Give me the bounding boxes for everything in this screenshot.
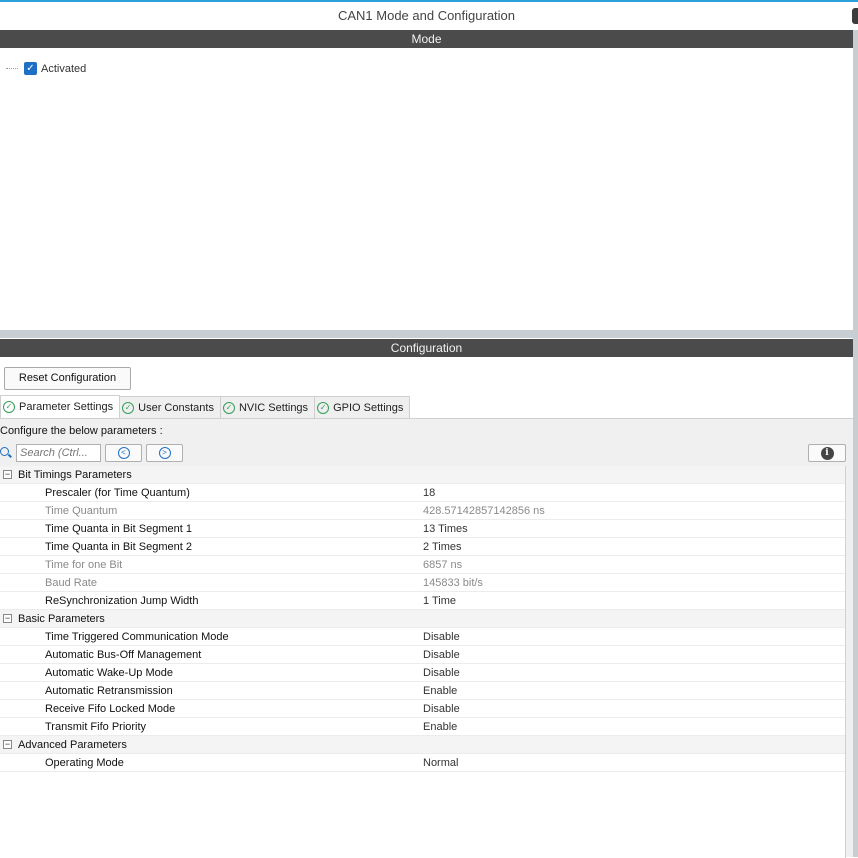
parameter-value[interactable]: Enable bbox=[423, 685, 845, 697]
parameter-row: Baud Rate 145833 bit/s bbox=[0, 574, 845, 592]
parameter-row[interactable]: Automatic Wake-Up Mode Disable bbox=[0, 664, 845, 682]
parameter-row[interactable]: Operating Mode Normal bbox=[0, 754, 845, 772]
parameter-value[interactable]: Disable bbox=[423, 649, 845, 661]
configuration-header: Configuration bbox=[0, 339, 853, 357]
parameter-group-row[interactable]: − Advanced Parameters bbox=[0, 736, 845, 754]
tab-gpio-settings[interactable]: ✓ GPIO Settings bbox=[314, 396, 411, 418]
parameter-name: Receive Fifo Locked Mode bbox=[45, 702, 176, 715]
check-circle-icon: ✓ bbox=[3, 401, 15, 413]
config-tabs: ✓ Parameter Settings ✓ User Constants ✓ NVIC … bbox=[0, 395, 411, 418]
search-toolbar: < > bbox=[0, 444, 183, 462]
parameter-settings-panel: Configure the below parameters : < > i −… bbox=[0, 418, 853, 858]
tab-nvic-settings[interactable]: ✓ NVIC Settings bbox=[219, 396, 316, 418]
parameter-row[interactable]: Prescaler (for Time Quantum) 18 bbox=[0, 484, 845, 502]
parameter-name: Time for one Bit bbox=[45, 558, 123, 571]
parameter-row[interactable]: Time Triggered Communication Mode Disable bbox=[0, 628, 845, 646]
parameter-name: Transmit Fifo Priority bbox=[45, 720, 147, 733]
parameter-group-row[interactable]: − Bit Timings Parameters bbox=[0, 466, 845, 484]
panel-splitter[interactable] bbox=[0, 330, 853, 338]
parameter-row: Time for one Bit 6857 ns bbox=[0, 556, 845, 574]
mode-panel: ✓ Activated bbox=[0, 48, 853, 330]
parameter-group-row[interactable]: − Basic Parameters bbox=[0, 610, 845, 628]
parameter-value: 145833 bit/s bbox=[423, 576, 483, 589]
parameter-row[interactable]: Time Quanta in Bit Segment 2 2 Times bbox=[0, 538, 845, 556]
parameter-value[interactable]: Normal bbox=[423, 757, 845, 769]
group-name: Advanced Parameters bbox=[18, 738, 127, 751]
chevron-right-circle-icon: > bbox=[158, 447, 171, 459]
parameter-name: Time Quanta in Bit Segment 2 bbox=[45, 540, 192, 553]
group-name: Bit Timings Parameters bbox=[18, 468, 132, 481]
mode-activated-item[interactable]: ✓ Activated bbox=[6, 62, 86, 75]
checkbox-checked-icon[interactable]: ✓ bbox=[24, 62, 37, 75]
parameter-name: Operating Mode bbox=[45, 756, 124, 769]
tab-label: NVIC Settings bbox=[238, 401, 309, 414]
parameter-name: ReSynchronization Jump Width bbox=[45, 594, 199, 607]
collapse-minus-icon[interactable]: − bbox=[3, 740, 12, 749]
parameter-name: Automatic Wake-Up Mode bbox=[45, 666, 173, 679]
tab-label: Parameter Settings bbox=[19, 401, 114, 413]
search-icon bbox=[0, 447, 12, 459]
parameter-value[interactable]: 2 Times bbox=[423, 541, 845, 553]
check-circle-icon: ✓ bbox=[317, 401, 330, 414]
parameter-name: Prescaler (for Time Quantum) bbox=[45, 486, 190, 499]
activated-label: Activated bbox=[41, 62, 87, 75]
parameter-name: Time Triggered Communication Mode bbox=[45, 630, 229, 643]
tab-parameter-settings[interactable]: ✓ Parameter Settings bbox=[0, 395, 121, 418]
collapse-minus-icon[interactable]: − bbox=[3, 470, 12, 479]
parameter-name: Automatic Bus-Off Management bbox=[45, 648, 202, 661]
parameter-row[interactable]: Time Quanta in Bit Segment 1 13 Times bbox=[0, 520, 845, 538]
parameter-row[interactable]: Receive Fifo Locked Mode Disable bbox=[0, 700, 845, 718]
reset-configuration-button[interactable]: Reset Configuration bbox=[4, 367, 131, 390]
window-title: CAN1 Mode and Configuration bbox=[0, 2, 853, 30]
parameter-row[interactable]: Automatic Bus-Off Management Disable bbox=[0, 646, 845, 664]
parameter-table: − Bit Timings Parameters Prescaler (for Ti… bbox=[0, 466, 846, 858]
parameter-value[interactable]: Disable bbox=[423, 631, 845, 643]
search-input[interactable] bbox=[16, 444, 101, 462]
tab-label: User Constants bbox=[138, 401, 214, 414]
group-name: Basic Parameters bbox=[18, 612, 105, 625]
parameter-name: Time Quanta in Bit Segment 1 bbox=[45, 522, 192, 535]
parameter-value[interactable]: 18 bbox=[423, 487, 845, 499]
check-circle-icon: ✓ bbox=[222, 401, 235, 414]
chevron-left-circle-icon: < bbox=[117, 447, 130, 459]
parameter-name: Automatic Retransmission bbox=[45, 684, 173, 697]
parameter-value[interactable]: Enable bbox=[423, 721, 845, 733]
parameter-row[interactable]: Transmit Fifo Priority Enable bbox=[0, 718, 845, 736]
parameter-name: Baud Rate bbox=[45, 576, 97, 589]
info-button[interactable]: i bbox=[808, 444, 846, 462]
tree-connector bbox=[6, 68, 18, 69]
parameter-value[interactable]: Disable bbox=[423, 703, 845, 715]
parameter-value: 428.57142857142856 ns bbox=[423, 504, 545, 517]
info-icon: i bbox=[820, 446, 834, 460]
parameter-value[interactable]: 13 Times bbox=[423, 523, 845, 535]
parameter-value[interactable]: Disable bbox=[423, 667, 845, 679]
collapse-minus-icon[interactable]: − bbox=[3, 614, 12, 623]
right-scroll-edge bbox=[853, 30, 858, 857]
parameter-name: Time Quantum bbox=[45, 504, 118, 517]
parameter-row: Time Quantum 428.57142857142856 ns bbox=[0, 502, 845, 520]
configure-label: Configure the below parameters : bbox=[0, 425, 163, 437]
parameter-value: 6857 ns bbox=[423, 558, 463, 571]
mode-header: Mode bbox=[0, 30, 853, 48]
parameter-row[interactable]: Automatic Retransmission Enable bbox=[0, 682, 845, 700]
search-prev-button[interactable]: < bbox=[105, 444, 142, 462]
tab-user-constants[interactable]: ✓ User Constants bbox=[119, 396, 221, 418]
parameter-value[interactable]: 1 Time bbox=[423, 595, 845, 607]
tab-label: GPIO Settings bbox=[333, 401, 404, 414]
parameter-row[interactable]: ReSynchronization Jump Width 1 Time bbox=[0, 592, 845, 610]
side-handle[interactable] bbox=[852, 8, 858, 24]
check-circle-icon: ✓ bbox=[122, 401, 135, 414]
search-next-button[interactable]: > bbox=[146, 444, 183, 462]
